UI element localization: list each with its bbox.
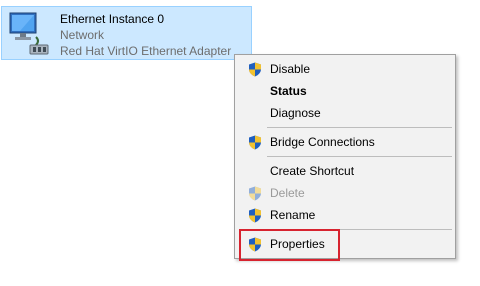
menu-item-disable[interactable]: Disable [237, 58, 453, 80]
uac-shield-icon [249, 237, 261, 252]
menu-item-label: Disable [270, 62, 311, 76]
menu-item-label: Rename [270, 208, 316, 222]
menu-separator [267, 229, 452, 230]
adapter-network: Network [60, 28, 105, 42]
menu-item-label: Properties [270, 237, 325, 251]
menu-item-delete: Delete [237, 182, 453, 204]
menu-item-diagnose[interactable]: Diagnose [237, 102, 453, 124]
uac-shield-icon [249, 208, 261, 223]
menu-item-label: Bridge Connections [270, 135, 375, 149]
menu-separator [267, 156, 452, 157]
menu-item-rename[interactable]: Rename [237, 204, 453, 226]
adapter-tile-ethernet-instance-0[interactable]: Ethernet Instance 0 Network Red Hat Virt… [1, 6, 252, 60]
uac-shield-icon [249, 135, 261, 150]
uac-shield-icon [249, 62, 261, 77]
context-menu: Disable Status Diagnose Bridge Connectio… [234, 54, 456, 259]
uac-shield-icon [249, 186, 261, 201]
menu-item-properties[interactable]: Properties [237, 233, 453, 255]
explorer-network-connections: Ethernet Instance 0 Network Red Hat Virt… [0, 0, 480, 286]
menu-item-create-shortcut[interactable]: Create Shortcut [237, 160, 453, 182]
menu-item-label: Diagnose [270, 106, 321, 120]
menu-item-label: Status [270, 84, 307, 98]
network-adapter-icon [9, 12, 49, 55]
menu-item-label: Create Shortcut [270, 164, 355, 178]
adapter-device: Red Hat VirtIO Ethernet Adapter [60, 44, 232, 58]
menu-separator [267, 127, 452, 128]
menu-item-bridge-connections[interactable]: Bridge Connections [237, 131, 453, 153]
adapter-text: Ethernet Instance 0 Network Red Hat Virt… [60, 11, 231, 59]
menu-item-status[interactable]: Status [237, 80, 453, 102]
adapter-name: Ethernet Instance 0 [60, 12, 165, 26]
menu-item-label: Delete [270, 186, 305, 200]
